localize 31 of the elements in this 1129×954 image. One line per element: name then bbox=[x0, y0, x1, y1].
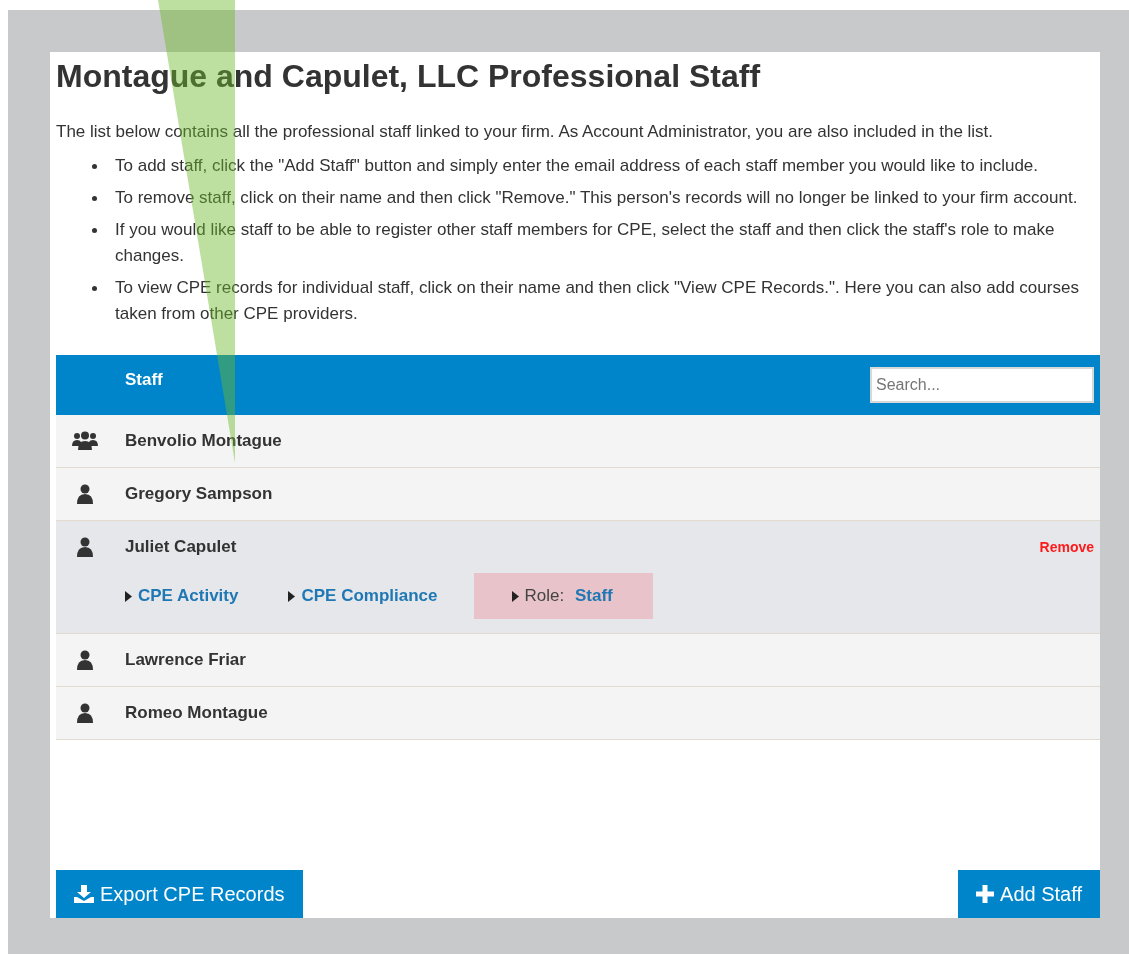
staff-name[interactable]: Juliet Capulet bbox=[125, 537, 1040, 557]
staff-row[interactable]: Lawrence Friar bbox=[56, 634, 1100, 687]
intro-text: The list below contains all the professional staff linked to your firm. As Account Administrator, you are also included in the list. bbox=[56, 121, 995, 143]
download-icon bbox=[74, 885, 94, 903]
bullet-icon bbox=[92, 164, 97, 169]
caret-icon bbox=[125, 590, 132, 602]
staff-name[interactable]: Romeo Montague bbox=[125, 703, 1094, 723]
export-button[interactable]: Export CPE Records bbox=[56, 870, 303, 918]
plus-icon bbox=[976, 885, 995, 903]
caret-icon bbox=[511, 590, 519, 602]
column-header: Staff bbox=[125, 370, 163, 390]
group-icon bbox=[70, 431, 100, 451]
bullet-icon bbox=[92, 286, 97, 291]
staff-name[interactable]: Benvolio Montague bbox=[125, 431, 1094, 451]
staff-row[interactable]: Benvolio Montague bbox=[56, 415, 1100, 468]
staff-row[interactable]: Gregory Sampson bbox=[56, 468, 1100, 521]
detail-link[interactable]: Role: Staff bbox=[473, 573, 653, 619]
caret-icon bbox=[288, 590, 296, 602]
instruction-text: If you would like staff to be able to register other staff members for CPE, select the staff and then click the staff's role to make changes. bbox=[115, 219, 1056, 267]
detail-link[interactable]: CPE Compliance bbox=[288, 573, 438, 619]
instruction-text: To remove staff, click on their name and then click "Remove." This person's records will no longer be linked to your firm account. bbox=[115, 187, 1078, 209]
staff-name[interactable]: Gregory Sampson bbox=[125, 484, 1094, 504]
bullet-icon bbox=[92, 228, 97, 233]
detail-link[interactable]: CPE Activity bbox=[125, 573, 239, 619]
page-title: Montague and Capulet, LLC Professional Staff bbox=[56, 58, 762, 95]
staff-row[interactable]: Juliet Capulet Remove CPE Activity CPE Compliance Role: Staff bbox=[56, 521, 1100, 634]
bullet-icon bbox=[92, 196, 97, 201]
search-field[interactable]: Search... bbox=[870, 367, 1094, 403]
staff-row[interactable]: Romeo Montague bbox=[56, 687, 1100, 740]
add-staff-button[interactable]: Add Staff bbox=[958, 870, 1100, 918]
staff-name[interactable]: Lawrence Friar bbox=[125, 650, 1094, 670]
